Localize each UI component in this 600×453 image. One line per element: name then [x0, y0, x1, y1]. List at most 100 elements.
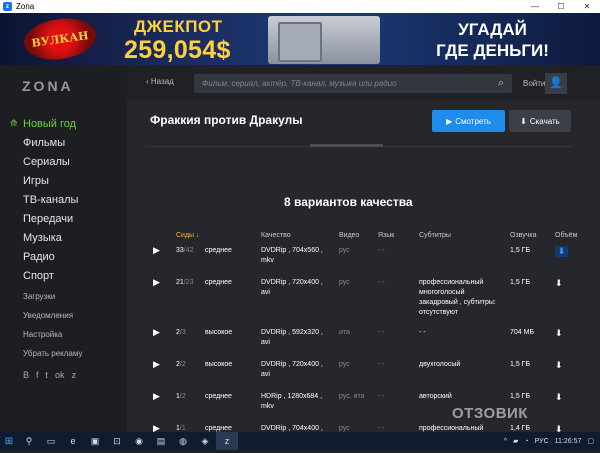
header-video[interactable]: Видео [339, 228, 378, 243]
language-value: ита [339, 329, 350, 336]
search-taskbar-icon[interactable]: ⚲ [18, 432, 40, 450]
row-download-icon[interactable]: ⬇ [555, 325, 577, 357]
video-line1: DVDRip , 704x560 , [261, 247, 323, 254]
chrome-icon[interactable]: ◉ [128, 432, 150, 450]
subtitles-value: - - [378, 279, 385, 286]
network-icon[interactable]: ▰ [513, 437, 518, 445]
video-line1: HDRip , 1280x684 , [261, 393, 323, 400]
quality-cell: среднее [205, 275, 261, 325]
row-download-icon[interactable]: ⬇ [555, 275, 577, 325]
table-row[interactable]: ▶ 2/2 высокое DVDRip , 720x400 , avi рус - - дв… [153, 357, 577, 389]
sidebar-item-new-year[interactable]: ⟰ Новый год [10, 114, 78, 133]
watch-button[interactable]: ▶ Смотреть [432, 110, 505, 132]
sidebar-item-music[interactable]: Музыка [10, 228, 78, 247]
play-icon[interactable]: ▶ [153, 389, 176, 421]
download-button[interactable]: ⬇ Скачать [509, 110, 571, 132]
jackpot-sum: 259,054$ [124, 36, 231, 64]
play-icon[interactable]: ▶ [153, 243, 176, 275]
quality-cell: среднее [205, 243, 261, 275]
play-icon[interactable]: ▶ [153, 325, 176, 357]
language-cell: рус [339, 275, 378, 325]
sidebar-item-label: Игры [23, 174, 49, 187]
tray-language[interactable]: РУС [535, 438, 549, 445]
subtitles-value: - - [378, 425, 385, 432]
back-button[interactable]: ‹ Назад [146, 77, 174, 86]
vk-icon[interactable]: В [23, 370, 29, 380]
sidebar-item-notifications[interactable]: Уведомления [23, 306, 82, 325]
table-row[interactable]: ▶ 21/23 среднее DVDRip , 720x400 , avi рус - -… [153, 275, 577, 325]
video-line2: avi [261, 371, 270, 378]
search-input[interactable]: Фильм, сериал, актёр, ТВ-канал, музыка и… [194, 74, 512, 93]
ad-banner[interactable]: ВУЛКАН ДЖЕКПОТ 259,054$ УГАДАЙ ГДЕ ДЕНЬГ… [0, 13, 600, 65]
close-button[interactable]: ✕ [574, 0, 600, 13]
table-row[interactable]: ▶ 2/3 высокое DVDRip , 592x320 , avi ита - - - … [153, 325, 577, 357]
facebook-icon[interactable]: f [36, 370, 39, 380]
zona-social-icon[interactable]: z [72, 370, 77, 380]
sidebar-item-tv-channels[interactable]: ТВ-каналы [10, 190, 78, 209]
language-cell: рус [339, 357, 378, 389]
store-icon[interactable]: ⊡ [106, 432, 128, 450]
folder-icon[interactable]: ▤ [150, 432, 172, 450]
maximize-button[interactable]: ☐ [548, 0, 574, 13]
twitter-icon[interactable]: t [46, 370, 49, 380]
header-size[interactable]: Объём [555, 228, 577, 243]
size-value: 1,5 ГБ [510, 393, 531, 400]
peers-value: /23 [183, 279, 194, 286]
firefox-icon[interactable]: ◍ [172, 432, 194, 450]
download-icon: ⬇ [555, 360, 563, 370]
minimize-button[interactable]: — [522, 0, 548, 13]
language-cell: рус [339, 243, 378, 275]
sidebar-item-shows[interactable]: Передачи [10, 209, 78, 228]
quality-value: среднее [205, 393, 232, 400]
user-icon[interactable]: 👤 [545, 73, 567, 94]
explorer-icon[interactable]: ▣ [84, 432, 106, 450]
language-value: рус [339, 279, 350, 286]
zona-taskbar-icon[interactable]: z [216, 432, 238, 450]
zona-logo[interactable]: ZONA [22, 78, 74, 94]
seeds-cell: 2/3 [176, 325, 205, 357]
sidebar-item-radio[interactable]: Радио [10, 247, 78, 266]
header-quality[interactable]: Качество [261, 228, 339, 243]
download-icon: ⬇ [555, 246, 568, 257]
sidebar-item-games[interactable]: Игры [10, 171, 78, 190]
language-cell: рус, ита [339, 389, 378, 421]
tray-chevron-icon[interactable]: ^ [504, 438, 507, 445]
sidebar-item-movies[interactable]: Фильмы [10, 133, 78, 152]
tree-icon: ⟰ [10, 118, 18, 128]
row-download-icon[interactable]: ⬇ [555, 357, 577, 389]
play-icon[interactable]: ▶ [153, 357, 176, 389]
login-button[interactable]: Войти [523, 79, 545, 88]
size-cell: 1,5 ГБ [510, 243, 555, 275]
task-view-icon[interactable]: ▭ [40, 432, 62, 450]
seeds-value: 21 [176, 279, 184, 286]
odnoklassniki-icon[interactable]: ok [55, 370, 65, 380]
windows-start-icon[interactable]: ⊞ [0, 432, 18, 450]
search-icon[interactable]: ⌕ [498, 77, 504, 90]
sidebar-item-settings[interactable]: Настройка [23, 325, 82, 344]
banner-slogan: УГАДАЙ ГДЕ ДЕНЬГИ! [430, 19, 555, 61]
sidebar-item-sport[interactable]: Спорт [10, 266, 78, 285]
tray-clock[interactable]: 11:26:57 [555, 438, 582, 445]
back-label: Назад [150, 77, 174, 86]
app-icon[interactable]: ◈ [194, 432, 216, 450]
edge-icon[interactable]: e [62, 432, 84, 450]
header-subtitles[interactable]: Субтитры [419, 228, 510, 243]
video-line1: DVDRip , 592x320 , [261, 329, 323, 336]
watermark: ОТЗОВИК [452, 405, 528, 422]
sidebar-item-series[interactable]: Сериалы [10, 152, 78, 171]
row-download-icon[interactable]: ⬇ [555, 389, 577, 421]
table-row[interactable]: ▶ 33/42 среднее DVDRip , 704x560 , mkv рус - -… [153, 243, 577, 275]
voice-line1: профессиональный [419, 279, 484, 286]
header-language[interactable]: Язык [378, 228, 419, 243]
header-voice[interactable]: Озвучка [510, 228, 555, 243]
voice-line2: многоголосый [419, 289, 465, 296]
row-download-icon[interactable]: ⬇ [555, 243, 577, 275]
volume-icon[interactable]: ◔ [524, 438, 528, 445]
notifications-icon[interactable]: ▢ [587, 437, 594, 445]
primary-nav: ⟰ Новый год Фильмы Сериалы Игры ТВ-каналы… [10, 114, 78, 285]
header-seeds[interactable]: Сиды ↓ [176, 228, 261, 243]
play-icon[interactable]: ▶ [153, 275, 176, 325]
sidebar-item-downloads[interactable]: Загрузки [23, 287, 82, 306]
sidebar-item-remove-ads[interactable]: Убрать рекламу [23, 344, 82, 363]
zona-app-icon: z [3, 2, 12, 11]
